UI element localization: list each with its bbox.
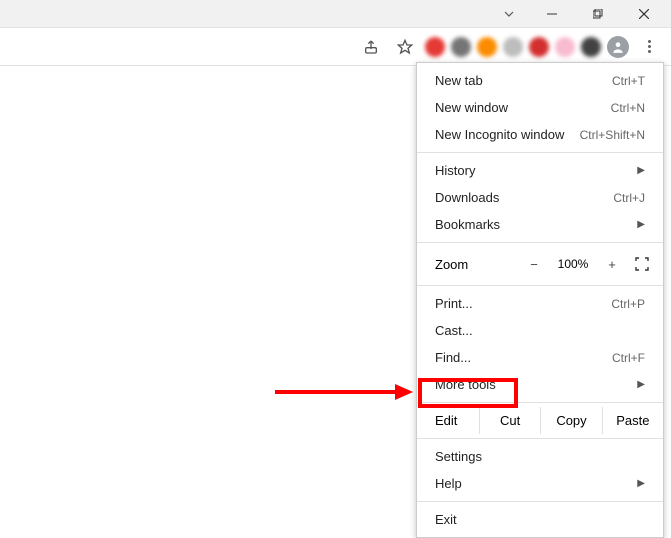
extension-icon[interactable]	[425, 37, 445, 57]
submenu-arrow-icon: ▶	[637, 379, 645, 390]
menu-item-history[interactable]: History ▶	[417, 157, 663, 184]
edit-label: Edit	[417, 407, 479, 434]
menu-item-shortcut: Ctrl+Shift+N	[580, 128, 645, 142]
menu-item-cast[interactable]: Cast...	[417, 317, 663, 344]
edit-cut-button[interactable]: Cut	[479, 407, 540, 434]
extension-icon[interactable]	[529, 37, 549, 57]
zoom-out-button[interactable]: −	[523, 253, 545, 275]
submenu-arrow-icon: ▶	[637, 219, 645, 230]
menu-item-find[interactable]: Find... Ctrl+F	[417, 344, 663, 371]
minimize-button[interactable]	[529, 0, 575, 28]
menu-item-settings[interactable]: Settings	[417, 443, 663, 470]
chrome-main-menu: New tab Ctrl+T New window Ctrl+N New Inc…	[416, 62, 664, 538]
menu-item-shortcut: Ctrl+J	[613, 191, 645, 205]
extension-icon[interactable]	[477, 37, 497, 57]
menu-item-label: Print...	[435, 296, 473, 311]
browser-toolbar	[0, 28, 671, 66]
window-titlebar	[0, 0, 671, 28]
menu-item-print[interactable]: Print... Ctrl+P	[417, 290, 663, 317]
menu-item-label: Cast...	[435, 323, 473, 338]
menu-item-label: Settings	[435, 449, 482, 464]
profile-avatar-icon[interactable]	[607, 36, 629, 58]
menu-separator	[417, 152, 663, 153]
chrome-menu-button[interactable]	[635, 33, 663, 61]
submenu-arrow-icon: ▶	[637, 478, 645, 489]
menu-item-more-tools[interactable]: More tools ▶	[417, 371, 663, 398]
submenu-arrow-icon: ▶	[637, 165, 645, 176]
menu-item-edit-row: Edit Cut Copy Paste	[417, 407, 663, 434]
menu-item-zoom: Zoom − 100% +	[417, 247, 663, 281]
edit-paste-button[interactable]: Paste	[602, 407, 663, 434]
menu-item-label: History	[435, 163, 475, 178]
menu-item-help[interactable]: Help ▶	[417, 470, 663, 497]
menu-item-new-window[interactable]: New window Ctrl+N	[417, 94, 663, 121]
menu-item-new-incognito[interactable]: New Incognito window Ctrl+Shift+N	[417, 121, 663, 148]
extension-icon[interactable]	[581, 37, 601, 57]
edit-copy-button[interactable]: Copy	[540, 407, 601, 434]
menu-item-bookmarks[interactable]: Bookmarks ▶	[417, 211, 663, 238]
menu-item-shortcut: Ctrl+N	[611, 101, 645, 115]
fullscreen-button[interactable]	[631, 253, 653, 275]
menu-item-label: New window	[435, 100, 508, 115]
maximize-button[interactable]	[575, 0, 621, 28]
menu-item-exit[interactable]: Exit	[417, 506, 663, 533]
menu-separator	[417, 402, 663, 403]
menu-item-label: Find...	[435, 350, 471, 365]
menu-item-shortcut: Ctrl+P	[611, 297, 645, 311]
menu-item-new-tab[interactable]: New tab Ctrl+T	[417, 67, 663, 94]
menu-item-label: Bookmarks	[435, 217, 500, 232]
bookmark-star-icon[interactable]	[391, 33, 419, 61]
menu-item-shortcut: Ctrl+F	[612, 351, 645, 365]
zoom-in-button[interactable]: +	[601, 253, 623, 275]
extension-icon[interactable]	[451, 37, 471, 57]
menu-item-label: New Incognito window	[435, 127, 564, 142]
annotation-arrow-icon	[275, 382, 415, 402]
extension-icon[interactable]	[555, 37, 575, 57]
extension-icon[interactable]	[503, 37, 523, 57]
menu-item-label: Downloads	[435, 190, 499, 205]
menu-separator	[417, 501, 663, 502]
close-button[interactable]	[621, 0, 667, 28]
menu-item-downloads[interactable]: Downloads Ctrl+J	[417, 184, 663, 211]
menu-item-label: New tab	[435, 73, 483, 88]
menu-item-label: More tools	[435, 377, 496, 392]
menu-separator	[417, 438, 663, 439]
tab-dropdown-icon[interactable]	[489, 8, 529, 20]
zoom-percent: 100%	[553, 257, 593, 271]
menu-separator	[417, 242, 663, 243]
menu-item-label: Exit	[435, 512, 457, 527]
menu-item-shortcut: Ctrl+T	[612, 74, 645, 88]
menu-separator	[417, 285, 663, 286]
zoom-label: Zoom	[435, 257, 515, 272]
menu-item-label: Help	[435, 476, 462, 491]
share-icon[interactable]	[357, 33, 385, 61]
